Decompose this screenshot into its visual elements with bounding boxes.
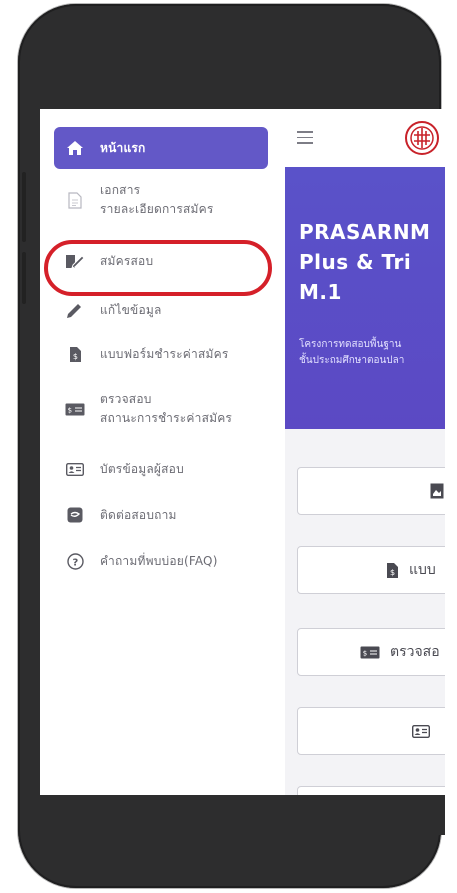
home-icon: [64, 137, 86, 159]
id-card-icon: [412, 724, 430, 738]
main-content: PRASARNM Plus & Tri M.1 โครงการทดสอบพื้น…: [285, 109, 445, 795]
card-label: ตรวจสอ: [390, 644, 440, 660]
action-card-payment-status[interactable]: $ ตรวจสอ: [297, 628, 445, 676]
sidebar-item-label: แก้ไขข้อมูล: [100, 302, 162, 317]
id-card-icon: [64, 458, 86, 480]
sidebar-item-label: เอกสาร: [100, 183, 141, 197]
document-icon: [64, 189, 86, 211]
highlight-annotation: [44, 240, 272, 296]
help-circle-icon: ?: [64, 550, 86, 572]
money-icon: $: [360, 646, 380, 659]
svg-text:$: $: [68, 406, 73, 414]
menu-icon[interactable]: [297, 131, 313, 145]
svg-text:$: $: [390, 568, 395, 577]
sidebar-item-home[interactable]: หน้าแรก: [54, 127, 268, 169]
image-doc-icon: [430, 483, 444, 499]
phone-side-button: [22, 172, 26, 242]
sidebar-item-label: คำถามที่พบบ่อย(FAQ): [100, 553, 218, 568]
phone-side-button: [22, 252, 26, 304]
invoice-icon: $: [64, 343, 86, 365]
sidebar-item-exam-card[interactable]: บัตรข้อมูลผู้สอบ: [54, 459, 268, 479]
card-label: แบบ: [409, 562, 436, 578]
hero-banner: PRASARNM Plus & Tri M.1 โครงการทดสอบพื้น…: [285, 167, 445, 429]
sidebar-item-documents[interactable]: เอกสาร รายละเอียดการสมัคร: [54, 181, 268, 219]
hero-title: PRASARNM Plus & Tri M.1: [299, 220, 431, 304]
sidebar-item-label: ติดต่อสอบถาม: [100, 507, 177, 522]
money-icon: $: [64, 398, 86, 420]
hero-description: โครงการทดสอบพื้นฐาน ชั้นประถมศึกษาตอนปลา: [299, 339, 405, 366]
sidebar-item-label: แบบฟอร์มชำระค่าสมัคร: [100, 346, 229, 361]
svg-text:?: ?: [72, 557, 78, 568]
top-app-bar: [285, 109, 445, 168]
svg-text:$: $: [72, 352, 77, 361]
action-card[interactable]: [297, 467, 445, 515]
svg-text:$: $: [363, 649, 367, 657]
sidebar-item-label: สถานะการชำระค่าสมัคร: [100, 411, 233, 425]
sidebar-item-contact[interactable]: ติดต่อสอบถาม: [54, 505, 268, 525]
sidebar-item-faq[interactable]: ? คำถามที่พบบ่อย(FAQ): [54, 551, 268, 571]
sidebar-item-edit-info[interactable]: แก้ไขข้อมูล: [54, 300, 268, 320]
sidebar-drawer: หน้าแรก เอกสาร รายละเอียดการสมัคร สมัครส…: [40, 109, 286, 795]
phone-screen: หน้าแรก เอกสาร รายละเอียดการสมัคร สมัครส…: [40, 109, 445, 795]
sidebar-item-payment-form[interactable]: $ แบบฟอร์มชำระค่าสมัคร: [54, 344, 268, 364]
action-card-payment-form[interactable]: $ แบบ: [297, 546, 445, 594]
logo-icon: [405, 121, 439, 155]
action-card-exam-card[interactable]: [297, 707, 445, 755]
sidebar-item-label: บัตรข้อมูลผู้สอบ: [100, 461, 184, 476]
chat-icon: [64, 504, 86, 526]
phone-bottom-bezel: [40, 795, 445, 835]
action-card[interactable]: [297, 786, 445, 795]
sidebar-item-label: รายละเอียดการสมัคร: [100, 202, 214, 216]
sidebar-item-payment-status[interactable]: $ ตรวจสอบ สถานะการชำระค่าสมัคร: [54, 390, 268, 428]
pencil-icon: [64, 299, 86, 321]
invoice-icon: $: [386, 562, 399, 579]
sidebar-item-label: ตรวจสอบ: [100, 392, 152, 406]
sidebar-item-label: หน้าแรก: [100, 140, 146, 155]
